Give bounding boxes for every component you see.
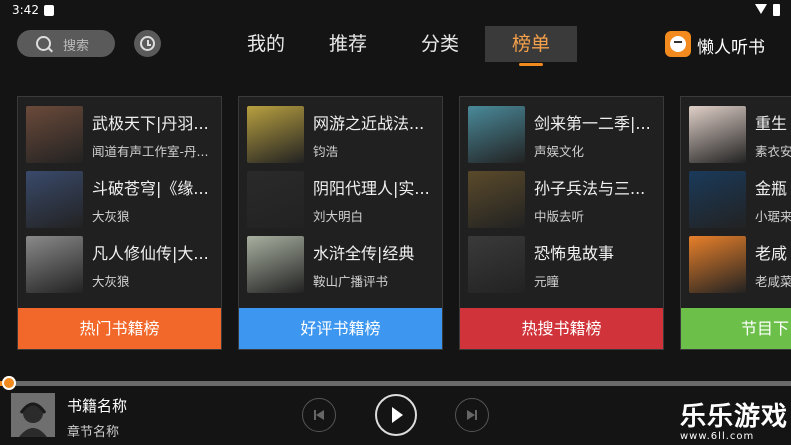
tab-label: 榜单: [511, 33, 550, 55]
notification-icon: [44, 5, 54, 16]
list-item[interactable]: 斗破苍穹|《缘... 大灰狼: [26, 171, 221, 229]
book-author: 声娱文化: [534, 144, 585, 159]
book-cover: [468, 236, 525, 293]
book-cover: [26, 236, 83, 293]
book-title: 凡人修仙传|大...: [92, 244, 209, 263]
book-cover: [468, 106, 525, 163]
book-title: 重生: [755, 114, 788, 133]
book-cover: [689, 171, 746, 228]
list-item[interactable]: 武极天下|丹羽... 闻道有声工作室-丹...: [26, 106, 221, 164]
previous-button[interactable]: [302, 398, 336, 432]
watermark: 乐乐游戏 www.6ll.com: [680, 396, 788, 442]
history-button[interactable]: [134, 30, 161, 57]
status-time: 3:42: [12, 3, 39, 17]
book-title: 金瓶: [755, 179, 788, 198]
list-item[interactable]: 阴阳代理人|实... 刘大明白: [247, 171, 442, 229]
list-item[interactable]: 凡人修仙传|大... 大灰狼: [26, 236, 221, 294]
search-icon: [36, 36, 51, 51]
wifi-icon: [755, 4, 767, 14]
book-cover: [247, 171, 304, 228]
list-item[interactable]: 网游之近战法... 钧浩: [247, 106, 442, 164]
book-title: 网游之近战法...: [313, 114, 425, 133]
book-author: 鞍山广播评书: [313, 274, 389, 289]
player-chapter: 章节名称: [67, 425, 120, 440]
play-icon: [392, 407, 403, 423]
tab-ranking[interactable]: 榜单: [485, 26, 577, 66]
ranking-label[interactable]: 热门书籍榜: [18, 308, 221, 349]
list-item[interactable]: 老咸 老咸菜: [689, 236, 791, 294]
skip-previous-icon: [314, 410, 324, 420]
book-author: 闻道有声工作室-丹...: [92, 144, 209, 159]
tab-label: 推荐: [328, 33, 367, 55]
book-author: 中版去听: [534, 209, 585, 224]
book-cover: [689, 106, 746, 163]
skip-next-icon: [467, 410, 477, 420]
book-cover: [468, 171, 525, 228]
book-author: 老咸菜: [755, 274, 791, 289]
list-item[interactable]: 金瓶 小琚来: [689, 171, 791, 229]
book-title: 水浒全传|经典: [313, 244, 415, 263]
list-item[interactable]: 剑来第一二季|... 声娱文化: [468, 106, 663, 164]
active-tab-indicator: [519, 63, 543, 66]
play-button[interactable]: [375, 394, 417, 436]
book-cover: [247, 236, 304, 293]
list-item[interactable]: 水浒全传|经典 鞍山广播评书: [247, 236, 442, 294]
book-title: 阴阳代理人|实...: [313, 179, 430, 198]
book-author: 元瞳: [534, 274, 560, 289]
list-item[interactable]: 重生 素衣安: [689, 106, 791, 164]
ranking-card-search[interactable]: 剑来第一二季|... 声娱文化 孙子兵法与三... 中版去听 恐怖鬼故事 元瞳 …: [459, 96, 664, 350]
ranking-label[interactable]: 节目下: [681, 308, 791, 349]
clock-icon: [140, 36, 155, 51]
book-title: 武极天下|丹羽...: [92, 114, 209, 133]
tab-mine[interactable]: 我的: [220, 26, 312, 62]
list-item[interactable]: 孙子兵法与三... 中版去听: [468, 171, 663, 229]
book-author: 素衣安: [755, 144, 791, 159]
headphone-person-icon: [11, 393, 55, 437]
tab-recommend[interactable]: 推荐: [302, 26, 394, 62]
status-bar: 3:42: [0, 0, 791, 22]
battery-icon: [773, 4, 780, 16]
ranking-label[interactable]: 好评书籍榜: [239, 308, 442, 349]
search-box[interactable]: 搜索: [17, 30, 115, 57]
book-cover: [26, 106, 83, 163]
book-author: 大灰狼: [92, 274, 130, 289]
book-cover: [689, 236, 746, 293]
player-book-title: 书籍名称: [67, 397, 128, 415]
playback-progress[interactable]: [0, 381, 791, 386]
book-title: 剑来第一二季|...: [534, 114, 651, 133]
book-author: 钧浩: [313, 144, 339, 159]
book-cover: [247, 106, 304, 163]
ranking-card-program[interactable]: 重生 素衣安 金瓶 小琚来 老咸 老咸菜 节目下: [680, 96, 791, 350]
book-author: 小琚来: [755, 209, 791, 224]
watermark-name: 乐乐游戏: [680, 402, 789, 432]
next-button[interactable]: [455, 398, 489, 432]
book-cover: [26, 171, 83, 228]
book-author: 刘大明白: [313, 209, 364, 224]
ranking-card-hot[interactable]: 武极天下|丹羽... 闻道有声工作室-丹... 斗破苍穹|《缘... 大灰狼 凡…: [17, 96, 222, 350]
brand-name: 懒人听书: [697, 38, 765, 58]
search-placeholder: 搜索: [63, 39, 90, 54]
progress-handle[interactable]: [2, 376, 16, 390]
ranking-label[interactable]: 热搜书籍榜: [460, 308, 663, 349]
book-title: 老咸: [755, 244, 788, 263]
tab-category[interactable]: 分类: [394, 26, 486, 62]
app-logo-icon: [665, 31, 691, 57]
ranking-card-good[interactable]: 网游之近战法... 钧浩 阴阳代理人|实... 刘大明白 水浒全传|经典 鞍山广…: [238, 96, 443, 350]
tab-label: 分类: [420, 33, 459, 55]
tab-label: 我的: [246, 33, 285, 55]
book-author: 大灰狼: [92, 209, 130, 224]
book-title: 孙子兵法与三...: [534, 179, 646, 198]
book-title: 斗破苍穹|《缘...: [92, 179, 209, 198]
book-title: 恐怖鬼故事: [534, 244, 615, 263]
list-item[interactable]: 恐怖鬼故事 元瞳: [468, 236, 663, 294]
player-cover[interactable]: [11, 393, 55, 437]
